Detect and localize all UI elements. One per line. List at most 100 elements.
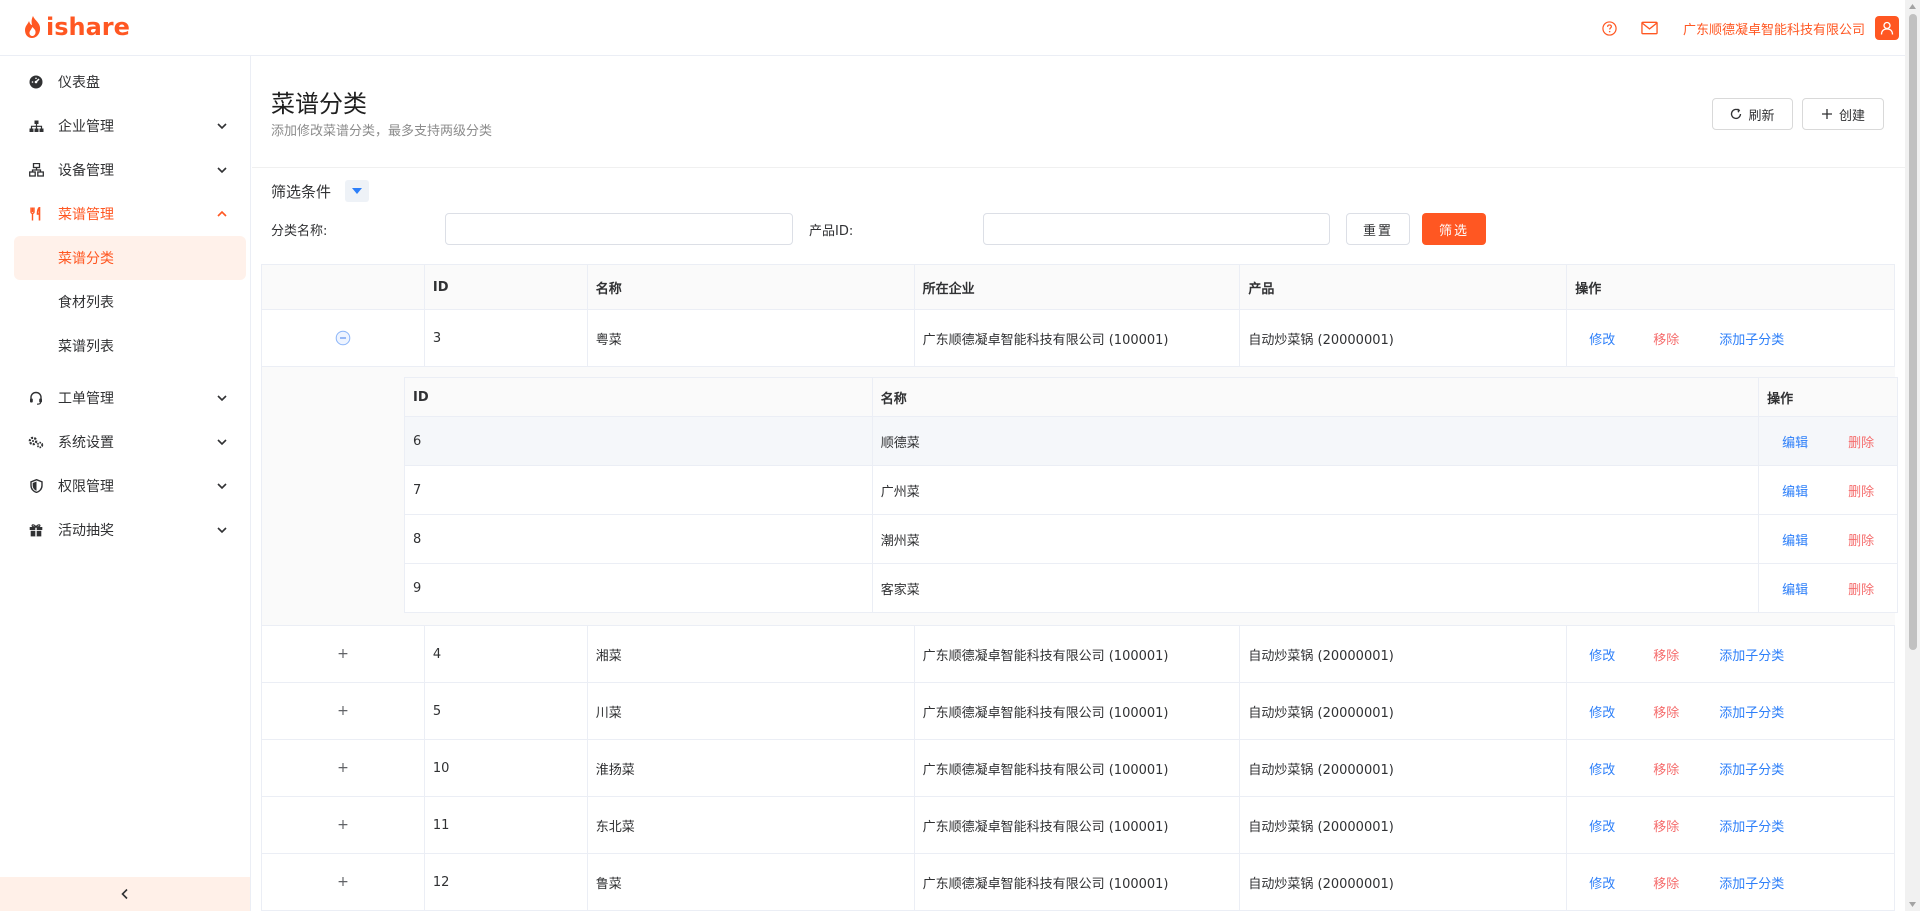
cell-company: 广东顺德凝卓智能科技有限公司 (100001) — [915, 797, 1241, 853]
subcategory-table: ID 名称 操作 6 顺德菜 编辑 删除 7 广州菜 编辑 删除 8 潮州菜 编… — [404, 377, 1898, 613]
reset-button[interactable]: 重置 — [1346, 213, 1410, 245]
company-name[interactable]: 广东顺德凝卓智能科技有限公司 — [1683, 19, 1865, 38]
org-icon — [28, 118, 44, 134]
page-subtitle: 添加修改菜谱分类，最多支持两级分类 — [271, 124, 493, 139]
scroll-up-arrow-icon[interactable] — [1908, 2, 1917, 11]
mail-icon[interactable] — [1641, 19, 1659, 37]
sidebar-item-lottery[interactable]: 活动抽奖 — [0, 508, 250, 552]
expand-row-button[interactable]: + — [337, 646, 349, 662]
sidebar-item-system-settings[interactable]: 系统设置 — [0, 420, 250, 464]
caret-down-icon — [352, 188, 363, 194]
edit-link[interactable]: 编辑 — [1782, 432, 1808, 451]
cell-company: 广东顺德凝卓智能科技有限公司 (100001) — [915, 310, 1241, 366]
refresh-button[interactable]: 刷新 — [1712, 98, 1793, 130]
sub-cell-id: 6 — [405, 417, 873, 465]
cell-product: 自动炒菜锅 (20000001) — [1240, 854, 1568, 910]
edit-link[interactable]: 修改 — [1589, 816, 1615, 835]
expand-row-button[interactable]: + — [337, 703, 349, 719]
delete-link[interactable]: 删除 — [1848, 481, 1874, 500]
add-child-link[interactable]: 添加子分类 — [1719, 645, 1784, 664]
remove-link[interactable]: 移除 — [1653, 759, 1679, 778]
sub-cell-name: 客家菜 — [873, 564, 1760, 612]
filter-toggle-button[interactable] — [345, 180, 370, 202]
table-row: + 4 湘菜 广东顺德凝卓智能科技有限公司 (100001) 自动炒菜锅 (20… — [261, 626, 1895, 683]
collapse-row-button[interactable] — [335, 330, 351, 346]
cell-company: 广东顺德凝卓智能科技有限公司 (100001) — [915, 854, 1241, 910]
table-row: + 11 东北菜 广东顺德凝卓智能科技有限公司 (100001) 自动炒菜锅 (… — [261, 797, 1895, 854]
sidebar-subitem-recipe-categories[interactable]: 菜谱分类 — [14, 236, 246, 280]
expand-cell: + — [262, 683, 425, 739]
create-button[interactable]: 创建 — [1802, 98, 1884, 130]
gift-icon — [28, 522, 44, 538]
cell-company: 广东顺德凝卓智能科技有限公司 (100001) — [915, 626, 1241, 682]
filter-button[interactable]: 筛选 — [1422, 213, 1486, 245]
expand-row-button[interactable]: + — [337, 760, 349, 776]
sub-header-name: 名称 — [873, 378, 1760, 416]
gears-icon — [28, 434, 44, 450]
sidebar: 仪表盘 企业管理 设备管理 菜谱管理 菜谱分类 食材列表 菜谱列表 工单管理 系… — [0, 56, 251, 911]
edit-link[interactable]: 修改 — [1589, 645, 1615, 664]
product-id-input[interactable] — [983, 213, 1330, 245]
remove-link[interactable]: 移除 — [1653, 873, 1679, 892]
table-header-row: ID 名称 所在企业 产品 操作 — [261, 264, 1895, 310]
cell-name: 鲁菜 — [588, 854, 915, 910]
filter-title-label: 筛选条件 — [271, 182, 332, 201]
sidebar-item-label: 工单管理 — [58, 391, 114, 407]
help-icon[interactable] — [1601, 19, 1619, 37]
sidebar-item-label: 企业管理 — [58, 119, 114, 135]
table-row: + 5 川菜 广东顺德凝卓智能科技有限公司 (100001) 自动炒菜锅 (20… — [261, 683, 1895, 740]
sidebar-subitem-recipe-list[interactable]: 菜谱列表 — [14, 324, 246, 368]
remove-link[interactable]: 移除 — [1653, 702, 1679, 721]
delete-link[interactable]: 删除 — [1848, 432, 1874, 451]
delete-link[interactable]: 删除 — [1848, 579, 1874, 598]
sidebar-item-work-orders[interactable]: 工单管理 — [0, 376, 250, 420]
edit-link[interactable]: 编辑 — [1782, 530, 1808, 549]
sub-header-actions: 操作 — [1759, 378, 1898, 416]
header-product: 产品 — [1240, 265, 1568, 309]
sidebar-item-recipes[interactable]: 菜谱管理 — [0, 192, 250, 236]
logo[interactable]: ishare — [22, 13, 130, 41]
add-child-link[interactable]: 添加子分类 — [1719, 759, 1784, 778]
edit-link[interactable]: 修改 — [1589, 329, 1615, 348]
remove-link[interactable]: 移除 — [1653, 816, 1679, 835]
expand-cell: + — [262, 626, 425, 682]
table-row: + 12 鲁菜 广东顺德凝卓智能科技有限公司 (100001) 自动炒菜锅 (2… — [261, 854, 1895, 911]
remove-link[interactable]: 移除 — [1653, 645, 1679, 664]
headset-icon — [28, 390, 44, 406]
cell-actions: 修改 移除 添加子分类 — [1567, 683, 1895, 739]
cell-actions: 修改 移除 添加子分类 — [1567, 626, 1895, 682]
delete-link[interactable]: 删除 — [1848, 530, 1874, 549]
sidebar-collapse-button[interactable] — [0, 877, 250, 911]
cell-actions: 修改 移除 添加子分类 — [1567, 854, 1895, 910]
expand-row-button[interactable]: + — [337, 874, 349, 890]
edit-link[interactable]: 编辑 — [1782, 481, 1808, 500]
user-avatar[interactable] — [1875, 16, 1899, 40]
expand-row-button[interactable]: + — [337, 817, 349, 833]
sidebar-item-permissions[interactable]: 权限管理 — [0, 464, 250, 508]
sidebar-item-enterprise[interactable]: 企业管理 — [0, 104, 250, 148]
sidebar-item-dashboard[interactable]: 仪表盘 — [0, 60, 250, 104]
page-scrollbar[interactable] — [1905, 0, 1920, 911]
add-child-link[interactable]: 添加子分类 — [1719, 816, 1784, 835]
add-child-link[interactable]: 添加子分类 — [1719, 702, 1784, 721]
scroll-down-arrow-icon[interactable] — [1908, 900, 1917, 909]
cell-name: 淮扬菜 — [588, 740, 915, 796]
add-child-link[interactable]: 添加子分类 — [1719, 873, 1784, 892]
sub-cell-name: 顺德菜 — [873, 417, 1760, 465]
scrollbar-thumb[interactable] — [1909, 14, 1917, 650]
edit-link[interactable]: 修改 — [1589, 873, 1615, 892]
remove-link[interactable]: 移除 — [1653, 329, 1679, 348]
sub-cell-name: 潮州菜 — [873, 515, 1760, 563]
sidebar-subitem-ingredients[interactable]: 食材列表 — [14, 280, 246, 324]
edit-link[interactable]: 修改 — [1589, 702, 1615, 721]
sidebar-item-devices[interactable]: 设备管理 — [0, 148, 250, 192]
cell-id: 3 — [425, 310, 588, 366]
add-child-link[interactable]: 添加子分类 — [1719, 329, 1784, 348]
category-name-input[interactable] — [445, 213, 793, 245]
sub-cell-actions: 编辑 删除 — [1759, 417, 1898, 465]
cell-company: 广东顺德凝卓智能科技有限公司 (100001) — [915, 740, 1241, 796]
cell-id: 11 — [425, 797, 588, 853]
edit-link[interactable]: 修改 — [1589, 759, 1615, 778]
expand-cell: + — [262, 797, 425, 853]
edit-link[interactable]: 编辑 — [1782, 579, 1808, 598]
